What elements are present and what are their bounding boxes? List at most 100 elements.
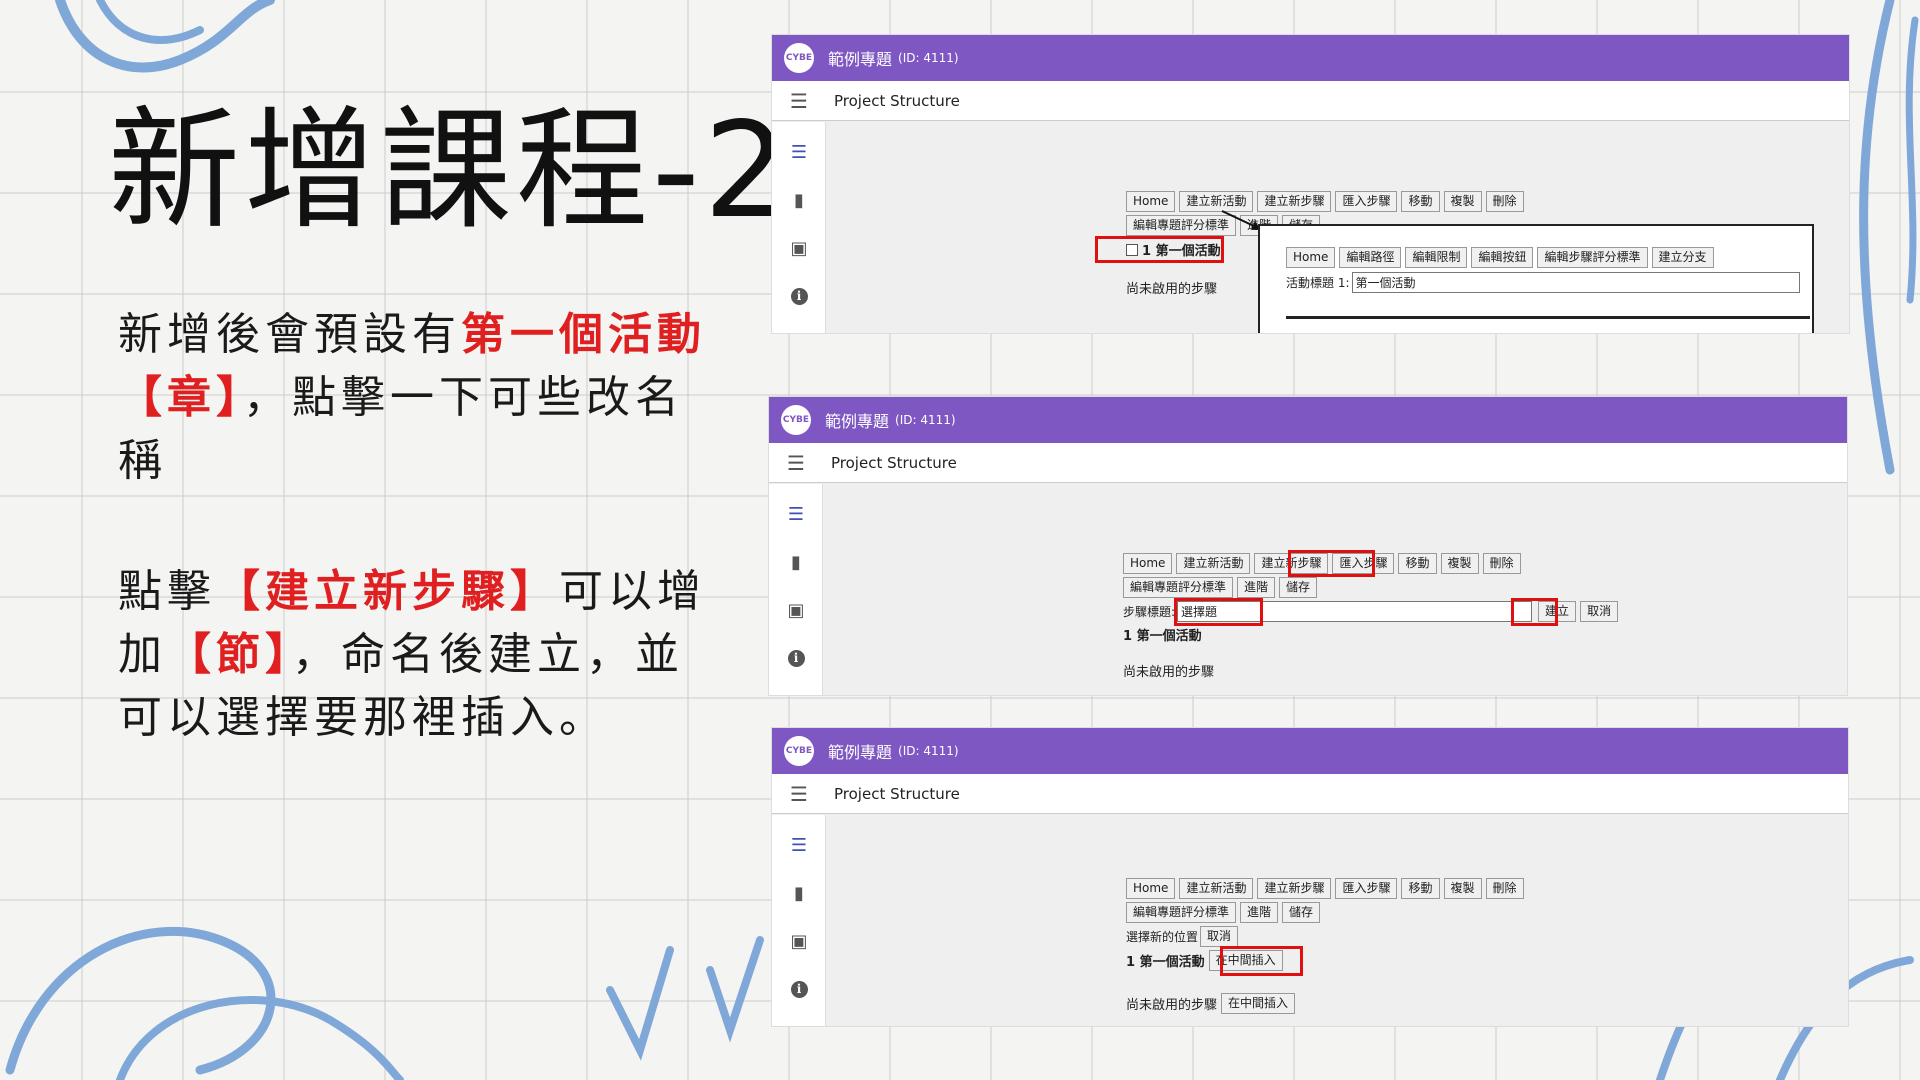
app-title: 範例專題 <box>828 743 893 762</box>
book-icon[interactable]: ▮ <box>786 552 806 573</box>
highlight-box-new-step <box>1288 550 1375 577</box>
home-button[interactable]: Home <box>1126 878 1176 899</box>
home-button[interactable]: Home <box>1123 553 1173 574</box>
new-step-button[interactable]: 建立新步驟 <box>1257 878 1332 899</box>
cancel-button[interactable]: 取消 <box>1200 926 1239 947</box>
save-button[interactable]: 儲存 <box>1282 902 1321 923</box>
project-structure-content: Home 建立新活動 建立新步驟 匯入步驟 移動 複製 刪除 編輯專題評分標準 … <box>826 815 1848 1026</box>
screenshot-panel-3: CYBE 範例專題 (ID: 4111) ☰ Project Structure… <box>771 727 1849 1027</box>
hamburger-menu-icon[interactable]: ☰ <box>790 782 818 806</box>
para2-highlight-new-step: 【建立新步驟】 <box>216 566 559 617</box>
edit-rubric-button[interactable]: 編輯專題評分標準 <box>1123 577 1234 598</box>
book-icon[interactable]: ▮ <box>789 190 809 211</box>
popup-home-button[interactable]: Home <box>1286 247 1336 268</box>
edit-buttons-button[interactable]: 編輯按鈕 <box>1471 247 1534 268</box>
popup-toolbar: Home 編輯路徑 編輯限制 編輯按鈕 編輯步驟評分標準 建立分支 <box>1286 247 1718 268</box>
edit-step-rubric-button[interactable]: 編輯步驟評分標準 <box>1537 247 1648 268</box>
toolbar-row-1: Home 建立新活動 建立新步驟 匯入步驟 移動 複製 刪除 <box>1126 191 1528 212</box>
insert-here-button-2[interactable]: 在中間插入 <box>1221 993 1296 1014</box>
import-step-button[interactable]: 匯入步驟 <box>1335 191 1398 212</box>
delete-button[interactable]: 刪除 <box>1485 191 1524 212</box>
para1-text-1: 新增後會預設有 <box>118 309 461 360</box>
info-icon[interactable]: i <box>789 979 809 999</box>
app-id: (ID: 4111) <box>898 51 959 65</box>
page-subtitle: Project Structure <box>834 784 960 803</box>
move-button[interactable]: 移動 <box>1398 553 1437 574</box>
app-id: (ID: 4111) <box>895 413 956 427</box>
sub-header: ☰ Project Structure <box>769 443 1847 483</box>
step-title-label: 步驟標題: <box>1123 605 1176 619</box>
app-title: 範例專題 <box>828 50 893 69</box>
copy-button[interactable]: 複製 <box>1443 191 1482 212</box>
screenshot-panel-2: CYBE 範例專題 (ID: 4111) ☰ Project Structure… <box>768 396 1848 696</box>
activity-title-input[interactable]: 第一個活動 <box>1351 272 1800 293</box>
edit-path-button[interactable]: 編輯路徑 <box>1339 247 1402 268</box>
advanced-button[interactable]: 進階 <box>1237 577 1276 598</box>
unused-steps-row: 尚未啟用的步驟 在中間插入 <box>1126 993 1299 1014</box>
move-button[interactable]: 移動 <box>1401 878 1440 899</box>
unused-steps-row: 尚未啟用的步驟 <box>1126 278 1217 297</box>
copy-button[interactable]: 複製 <box>1440 553 1479 574</box>
move-button[interactable]: 移動 <box>1401 191 1440 212</box>
new-activity-button[interactable]: 建立新活動 <box>1176 553 1251 574</box>
image-icon[interactable]: ▣ <box>789 931 809 952</box>
unused-steps-label: 尚未啟用的步驟 <box>1126 998 1218 1013</box>
highlight-box-insert <box>1220 946 1303 976</box>
create-branch-button[interactable]: 建立分支 <box>1651 247 1714 268</box>
list-icon[interactable]: ☰ <box>786 504 806 525</box>
sub-header: ☰ Project Structure <box>772 81 1849 121</box>
paragraph-new-step: 點擊【建立新步驟】可以增加【節】，命名後建立，並可以選擇要那裡插入。 <box>118 560 728 749</box>
delete-button[interactable]: 刪除 <box>1485 878 1524 899</box>
app-id: (ID: 4111) <box>898 744 959 758</box>
cancel-button[interactable]: 取消 <box>1580 601 1619 622</box>
copy-button[interactable]: 複製 <box>1443 878 1482 899</box>
book-icon[interactable]: ▮ <box>789 883 809 904</box>
highlight-box-activity <box>1095 236 1224 263</box>
activity-row[interactable]: 1 第一個活動 <box>1123 625 1202 644</box>
choose-position-row: 選擇新的位置 取消 <box>1126 926 1242 947</box>
app-header: CYBE 範例專題 (ID: 4111) <box>772 728 1848 774</box>
decorative-scribble-top-left <box>55 0 275 73</box>
home-button[interactable]: Home <box>1126 191 1176 212</box>
info-icon[interactable]: i <box>786 648 806 668</box>
toolbar-row-2: 編輯專題評分標準 進階 儲存 <box>1126 902 1324 923</box>
unused-steps-row: 尚未啟用的步驟 <box>1123 661 1214 680</box>
app-logo: CYBE <box>781 405 811 435</box>
paragraph-default-activity: 新增後會預設有第一個活動【章】，點擊一下可些改名稱 <box>118 303 728 492</box>
hamburger-menu-icon[interactable]: ☰ <box>787 451 815 475</box>
app-header: CYBE 範例專題 (ID: 4111) <box>772 35 1849 81</box>
decorative-scribble-bottom-mid <box>606 936 764 1061</box>
save-button[interactable]: 儲存 <box>1279 577 1318 598</box>
page-subtitle: Project Structure <box>834 91 960 110</box>
edit-limits-button[interactable]: 編輯限制 <box>1405 247 1468 268</box>
activity-title-label: 活動標題 1: <box>1286 276 1350 290</box>
activity-label[interactable]: 1 第一個活動 <box>1123 625 1202 644</box>
popup-divider <box>1286 316 1810 319</box>
list-icon[interactable]: ☰ <box>789 835 809 856</box>
sub-header: ☰ Project Structure <box>772 774 1848 814</box>
screenshot-panel-1: CYBE 範例專題 (ID: 4111) ☰ Project Structure… <box>771 34 1850 334</box>
app-header: CYBE 範例專題 (ID: 4111) <box>769 397 1847 443</box>
delete-button[interactable]: 刪除 <box>1482 553 1521 574</box>
toolbar-row-2: 編輯專題評分標準 進階 儲存 <box>1123 577 1321 598</box>
list-icon[interactable]: ☰ <box>789 142 809 163</box>
advanced-button[interactable]: 進階 <box>1240 902 1279 923</box>
new-activity-button[interactable]: 建立新活動 <box>1179 878 1254 899</box>
highlight-box-step-title <box>1174 598 1263 626</box>
decorative-scribble-bottom-left <box>5 927 404 1080</box>
edit-rubric-button[interactable]: 編輯專題評分標準 <box>1126 902 1237 923</box>
slide-title: 新增課程-2 <box>108 94 792 248</box>
activity-label[interactable]: 1 第一個活動 <box>1126 951 1205 970</box>
unused-steps-label: 尚未啟用的步驟 <box>1126 282 1218 297</box>
info-icon[interactable]: i <box>789 286 809 306</box>
para2-text-1: 點擊 <box>118 566 216 617</box>
sidebar: ☰ ▮ ▣ i <box>769 484 823 695</box>
new-step-button[interactable]: 建立新步驟 <box>1257 191 1332 212</box>
app-title: 範例專題 <box>825 412 890 431</box>
sidebar: ☰ ▮ ▣ i <box>772 815 826 1026</box>
hamburger-menu-icon[interactable]: ☰ <box>790 89 818 113</box>
image-icon[interactable]: ▣ <box>786 600 806 621</box>
choose-position-label: 選擇新的位置 <box>1126 930 1199 944</box>
image-icon[interactable]: ▣ <box>789 238 809 259</box>
import-step-button[interactable]: 匯入步驟 <box>1335 878 1398 899</box>
